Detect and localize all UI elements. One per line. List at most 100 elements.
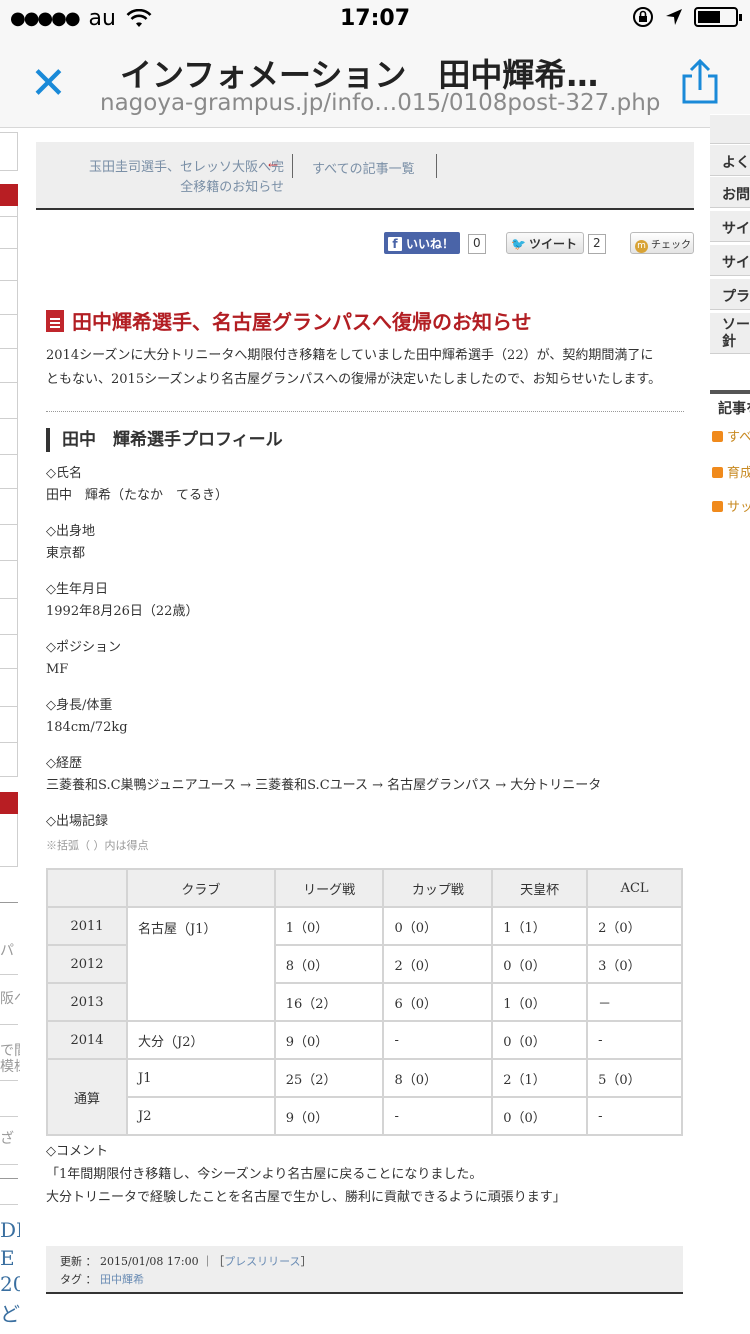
sidebar-menu-item-label: ソー	[722, 317, 750, 333]
sidebar-section-heading: 記事を	[710, 390, 750, 418]
profile-field-label: ◇氏名	[46, 466, 82, 481]
sidebar-link-fragment[interactable]: ざ	[0, 1128, 20, 1148]
share-icon[interactable]	[678, 58, 722, 106]
sidebar-menu-item[interactable]	[710, 114, 750, 144]
browser-header: ✕ インフォメーション 田中輝希… nagoya-grampus.jp/info…	[0, 40, 750, 128]
status-bar: ●●●●● au 17:07	[0, 0, 750, 40]
tweet-label: ツイート	[528, 237, 577, 251]
prev-post-title: 全移籍のお知らせ	[180, 180, 284, 195]
table-cell-year: 2014	[46, 1020, 128, 1060]
table-cell-year: 2012	[46, 944, 128, 984]
post-meta-footer: 更新 ： 2015/01/08 17:00 ｜［プレスリリース］ タグ ： 田中…	[46, 1246, 683, 1294]
rss-feed-label: 育成	[727, 466, 750, 481]
article-title: 田中輝希選手、名古屋グランパスへ復帰のお知らせ	[46, 306, 686, 335]
table-cell-club: J2	[126, 1096, 276, 1136]
intro-line: ともない、2015シーズンより名古屋グランパスへの復帰が決定いたしましたので、お…	[46, 372, 662, 387]
sidebar-menu-item[interactable]: よく	[710, 144, 750, 176]
table-cell: 2（0）	[586, 906, 683, 946]
rss-feed-link[interactable]: 育成	[710, 462, 750, 481]
table-cell: 1（0）	[491, 982, 589, 1022]
sidebar-red-bar	[0, 184, 18, 206]
table-cell: 8（0）	[273, 944, 385, 984]
dotted-divider	[46, 411, 684, 412]
tweet-count: 2	[588, 234, 606, 254]
profile-field-value: MF	[46, 662, 69, 677]
rss-feed-link[interactable]: すべ	[710, 426, 750, 445]
sidebar-link-fragment[interactable]: パ	[0, 940, 20, 960]
rss-feed-link[interactable]: サッ	[710, 496, 750, 515]
sidebar-banner-fragment: E	[0, 1246, 15, 1270]
table-cell: 0（0）	[491, 1096, 589, 1136]
article-intro: 2014シーズンに大分トリニータへ期限付き移籍をしていました田中輝希選手（22）…	[46, 344, 686, 392]
category-bracket: ｜［	[202, 1255, 225, 1268]
rss-icon	[712, 467, 723, 478]
check-label: チェック	[651, 240, 691, 251]
divider	[292, 154, 293, 178]
table-cell: 2（0）	[382, 944, 494, 984]
comment-label: ◇コメント	[46, 1144, 108, 1159]
intro-line: 2014シーズンに大分トリニータへ期限付き移籍をしていました田中輝希選手（22）…	[46, 348, 654, 363]
profile-field-label: ◇身長/体重	[46, 698, 113, 713]
table-cell-club: J1	[126, 1058, 276, 1098]
sidebar-menu-item[interactable]: プラ	[710, 278, 750, 310]
all-posts-link[interactable]: すべての記事一覧	[312, 158, 415, 177]
tweet-button[interactable]: 🐦 ツイート	[506, 232, 584, 254]
profile-field-label: ◇生年月日	[46, 582, 108, 597]
profile-field-value: 1992年8月26日（22歳）	[46, 604, 199, 619]
mixi-icon: m	[635, 240, 648, 253]
table-cell: 6（0）	[382, 982, 494, 1022]
table-header: カップ戦	[382, 868, 494, 908]
table-cell-total: 通算	[46, 1058, 128, 1136]
table-header-row: クラブ リーグ戦 カップ戦 天皇杯 ACL	[46, 868, 683, 908]
table-cell-club: 大分（J2）	[126, 1020, 276, 1060]
prev-arrow-icon: ←	[268, 158, 279, 172]
table-cell: 5（0）	[586, 1058, 683, 1098]
table-cell: 9（0）	[273, 1096, 385, 1136]
table-cell: 3（0）	[586, 944, 683, 984]
sidebar-banner-fragment: ど	[0, 1302, 20, 1326]
sidebar-menu-item[interactable]: お問	[710, 176, 750, 208]
prev-post-title: 玉田圭司選手、セレッソ大阪へ完	[88, 160, 284, 175]
rss-feed-label: すべ	[727, 430, 750, 445]
sidebar-menu-item[interactable]: サイ	[710, 210, 750, 242]
table-header: ACL	[586, 868, 683, 908]
sidebar-link-fragment[interactable]: 阪へ	[0, 988, 20, 1008]
post-navigation: 玉田圭司選手、セレッソ大阪へ完 全移籍のお知らせ ← すべての記事一覧	[36, 142, 694, 210]
category-bracket: ］	[300, 1255, 312, 1268]
comment-text: 「1年間期限付き移籍し、今シーズンより名古屋に戻ることになりました。	[46, 1167, 483, 1182]
rss-feed-label: サッ	[727, 500, 750, 515]
table-cell: 25（2）	[273, 1058, 385, 1098]
mixi-check-button[interactable]: m チェック	[630, 232, 694, 254]
table-row: 2011 名古屋（J1） 1（0） 0（0） 1（1） 2（0）	[46, 906, 683, 1022]
profile-field-value: 田中 輝希（たなか てるき）	[46, 488, 229, 503]
tag-link[interactable]: 田中輝希	[100, 1273, 144, 1286]
close-icon[interactable]: ✕	[30, 62, 67, 106]
sidebar-banner-fragment: DI	[0, 1218, 20, 1242]
sidebar-menu-item[interactable]: ソー 針	[710, 312, 750, 354]
profile-field-value: 184cm/72kg	[46, 720, 128, 735]
profile-field-value: 東京都	[46, 546, 86, 561]
table-cell: 9（0）	[273, 1020, 385, 1060]
battery-icon	[694, 7, 742, 27]
table-row: 2014 大分（J2） 9（0） - 0（0） -	[46, 1020, 683, 1060]
updated-value: 2015/01/08 17:00	[100, 1255, 199, 1268]
table-cell-year: 2013	[46, 982, 128, 1022]
sidebar-link-fragment[interactable]: 模様	[0, 1056, 20, 1076]
sidebar-menu-item-label: 針	[722, 334, 736, 350]
rss-icon	[712, 501, 723, 512]
prev-post-link[interactable]: 玉田圭司選手、セレッソ大阪へ完 全移籍のお知らせ	[54, 158, 284, 198]
sidebar-red-bar	[0, 792, 18, 814]
table-cell: 1（0）	[273, 906, 385, 946]
facebook-like-button[interactable]: f いいね！	[384, 232, 460, 254]
record-label: ◇出場記録	[46, 814, 108, 829]
comment-text: 大分トリニータで経験したことを名古屋で生かし、勝利に貢献できるように頑張ります」	[46, 1190, 566, 1205]
document-icon	[46, 310, 64, 332]
sidebar-menu-item[interactable]: サイ	[710, 244, 750, 276]
table-cell: 2（1）	[491, 1058, 589, 1098]
url-bar[interactable]: nagoya-grampus.jp/info…015/0108post-327.…	[100, 90, 660, 116]
like-label: いいね！	[406, 237, 455, 251]
category-link[interactable]: プレスリリース	[224, 1255, 300, 1268]
table-cell: 0（0）	[382, 906, 494, 946]
table-header: クラブ	[126, 868, 276, 908]
table-cell: -	[382, 1096, 494, 1136]
